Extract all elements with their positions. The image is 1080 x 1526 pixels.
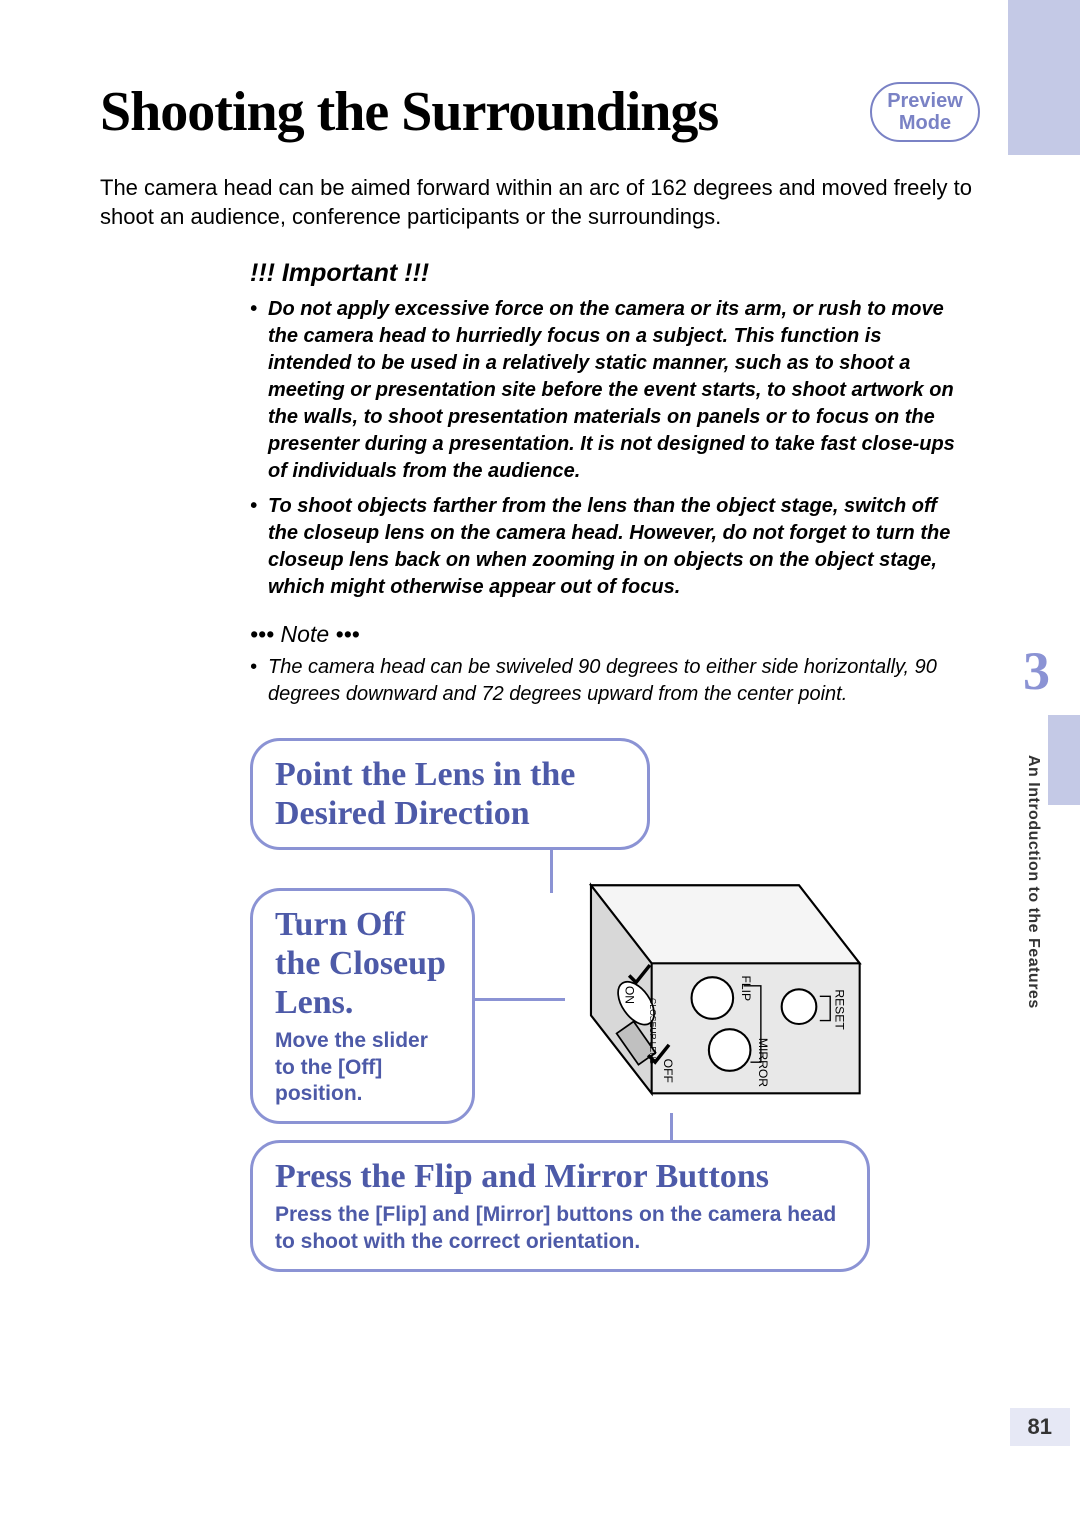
header-row: Shooting the Surroundings Preview Mode: [100, 80, 980, 144]
diagram-area: Point the Lens in the Desired Direction …: [250, 738, 980, 1318]
chapter-number: 3: [1023, 640, 1050, 702]
step-title: Press the Flip and Mirror Buttons: [275, 1157, 845, 1196]
device-label-mirror: MIRROR: [756, 1038, 770, 1087]
step-box-flip-mirror: Press the Flip and Mirror Buttons Press …: [250, 1140, 870, 1272]
step-box-point-lens: Point the Lens in the Desired Direction: [250, 738, 650, 850]
side-color-tab: [1048, 715, 1080, 805]
step-subtitle: Move the slider to the [Off] position.: [275, 1028, 450, 1107]
important-item: To shoot objects farther from the lens t…: [250, 493, 960, 601]
step-title: Turn Off the Closeup Lens.: [275, 905, 450, 1022]
important-item: Do not apply excessive force on the came…: [250, 296, 960, 485]
device-label-reset: RESET: [832, 990, 846, 1031]
device-label-on: ON: [623, 986, 637, 1004]
important-block: !!! Important !!! Do not apply excessive…: [250, 259, 960, 601]
top-color-tab: [1008, 0, 1080, 155]
device-label-flip: FLIP: [739, 976, 753, 1002]
page-content: Shooting the Surroundings Preview Mode T…: [0, 0, 1080, 1318]
side-section-label: An Introduction to the Features: [1024, 755, 1042, 1009]
step-title: Point the Lens in the Desired Direction: [275, 755, 625, 833]
important-heading: !!! Important !!!: [250, 259, 960, 288]
intro-paragraph: The camera head can be aimed forward wit…: [100, 174, 980, 231]
step-box-closeup-lens: Turn Off the Closeup Lens. Move the slid…: [250, 888, 475, 1124]
important-list: Do not apply excessive force on the came…: [250, 296, 960, 601]
page-number: 81: [1010, 1408, 1070, 1446]
note-heading: ••• Note •••: [250, 621, 960, 648]
note-item: The camera head can be swiveled 90 degre…: [250, 654, 960, 708]
camera-head-illustration: ON OFF CLOSEUP LENS FLIP MIRROR RESET: [520, 868, 870, 1128]
note-block: ••• Note ••• The camera head can be swiv…: [250, 621, 960, 708]
mode-badge: Preview Mode: [870, 82, 980, 142]
device-svg: ON OFF CLOSEUP LENS FLIP MIRROR RESET: [520, 868, 870, 1128]
device-label-closeup: CLOSEUP LENS: [648, 998, 658, 1064]
note-list: The camera head can be swiveled 90 degre…: [250, 654, 960, 708]
device-label-off: OFF: [661, 1059, 675, 1083]
step-subtitle: Press the [Flip] and [Mirror] buttons on…: [275, 1202, 845, 1255]
page-title: Shooting the Surroundings: [100, 80, 718, 144]
